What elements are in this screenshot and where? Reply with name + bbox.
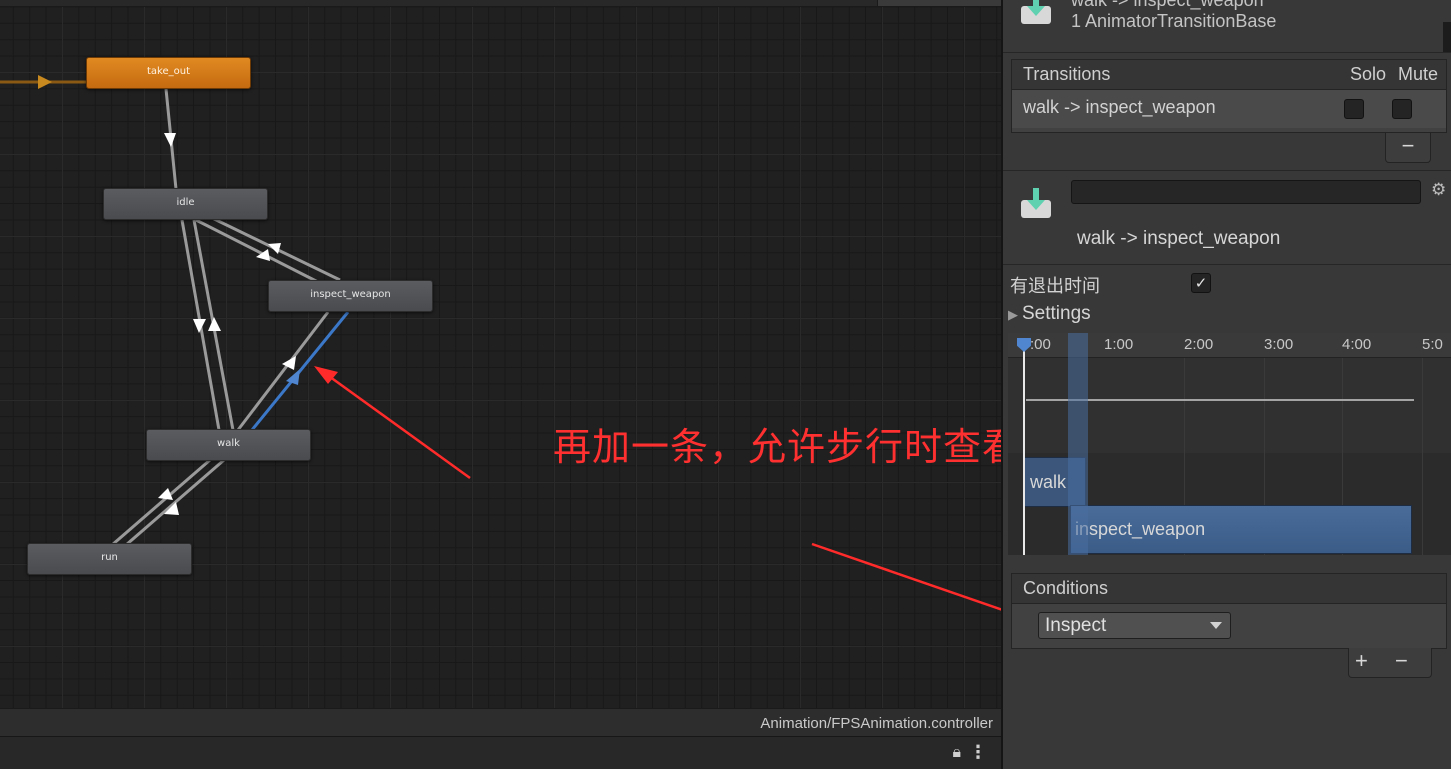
tick-label: 5:0 xyxy=(1422,336,1443,353)
transition-timeline[interactable]: :00 1:00 2:00 3:00 4:00 5:0 walk inspect… xyxy=(1008,333,1451,555)
tick-label: :00 xyxy=(1030,336,1051,353)
lock-icon[interactable]: 🔒︎ xyxy=(952,744,961,762)
divider xyxy=(1003,170,1451,171)
condition-parameter-select[interactable]: Inspect xyxy=(1038,612,1231,639)
solo-checkbox[interactable] xyxy=(1344,99,1364,119)
scrollbar[interactable] xyxy=(1443,22,1451,52)
state-idle[interactable]: idle xyxy=(103,188,268,220)
status-bar: 🔒︎ ⋮ xyxy=(0,736,1001,769)
header-subtitle: 1 AnimatorTransitionBase xyxy=(1071,11,1277,31)
header-title: walk -> inspect_weapon xyxy=(1071,0,1264,10)
chevron-down-icon xyxy=(1210,622,1222,629)
settings-foldout[interactable]: ▶ Settings xyxy=(1008,303,1091,325)
transition-icon xyxy=(1021,188,1051,218)
arrow-takeout-idle xyxy=(164,133,176,147)
mute-header: Mute xyxy=(1397,64,1438,84)
arrow-idle-walk xyxy=(193,319,206,333)
transition-icon xyxy=(1021,0,1051,24)
remove-condition-button[interactable]: − xyxy=(1395,648,1408,674)
transition-row[interactable]: walk -> inspect_weapon xyxy=(1012,90,1446,128)
remove-transition-button[interactable]: − xyxy=(1385,133,1431,163)
inspector-panel: walk -> inspect_weapon 1 AnimatorTransit… xyxy=(1001,0,1451,769)
conditions-footer: + − xyxy=(1348,648,1432,678)
start-line xyxy=(1023,345,1025,555)
arrow-walk-idle xyxy=(208,317,221,331)
link-walk-run-b xyxy=(125,458,225,547)
animator-graph[interactable]: take_out idle inspect_weapon walk run xyxy=(0,0,1001,708)
link-walk-run-a xyxy=(111,458,211,547)
tick-label: 3:00 xyxy=(1264,336,1294,353)
asset-path-bar: Animation/FPSAnimation.controller xyxy=(0,708,1001,736)
state-inspect-weapon[interactable]: inspect_weapon xyxy=(268,280,433,312)
has-exit-time-label: 有退出时间 xyxy=(1010,276,1100,297)
entry-arrow xyxy=(38,75,52,89)
asset-path: Animation/FPSAnimation.controller xyxy=(760,715,993,732)
divider xyxy=(1003,52,1451,53)
has-exit-time-checkbox[interactable]: ✓ xyxy=(1191,273,1211,293)
transition-title: walk -> inspect_weapon xyxy=(1077,228,1281,249)
state-walk[interactable]: walk xyxy=(146,429,311,461)
gear-icon[interactable]: ⚙ xyxy=(1431,180,1446,200)
solo-header: Solo xyxy=(1349,64,1386,84)
condition-parameter-value: Inspect xyxy=(1045,615,1107,636)
transitions-title: Transitions xyxy=(1023,64,1111,84)
transition-row-label: walk -> inspect_weapon xyxy=(1023,97,1216,117)
transition-overlap-region[interactable] xyxy=(1068,333,1088,555)
tick-label: 1:00 xyxy=(1104,336,1134,353)
clip-inspect-weapon[interactable]: inspect_weapon xyxy=(1070,505,1412,554)
annotation-arrow-graph xyxy=(325,372,471,480)
tick-label: 4:00 xyxy=(1342,336,1372,353)
transition-name-field[interactable] xyxy=(1071,180,1421,204)
arrow-idle-inspect xyxy=(268,243,281,254)
arrow-walk-inspect-selected xyxy=(286,369,300,385)
settings-label: Settings xyxy=(1022,303,1091,324)
grid-line xyxy=(1422,358,1423,555)
tick-label: 2:00 xyxy=(1184,336,1214,353)
transitions-list: Transitions Solo Mute walk -> inspect_we… xyxy=(1011,59,1447,133)
divider xyxy=(1003,264,1451,265)
link-walk-inspect xyxy=(236,311,330,431)
foldout-arrow-icon: ▶ xyxy=(1008,307,1018,322)
add-condition-button[interactable]: + xyxy=(1355,648,1368,674)
state-run[interactable]: run xyxy=(27,543,192,575)
kebab-menu-icon[interactable]: ⋮ xyxy=(969,742,987,763)
transitions-header: Transitions Solo Mute xyxy=(1012,60,1446,90)
conditions-title: Conditions xyxy=(1023,578,1109,598)
conditions-header: Conditions xyxy=(1012,574,1446,604)
link-idle-inspect-a xyxy=(195,218,319,284)
mute-checkbox[interactable] xyxy=(1392,99,1412,119)
transition-links xyxy=(0,75,471,547)
state-take-out[interactable]: take_out xyxy=(86,57,251,89)
